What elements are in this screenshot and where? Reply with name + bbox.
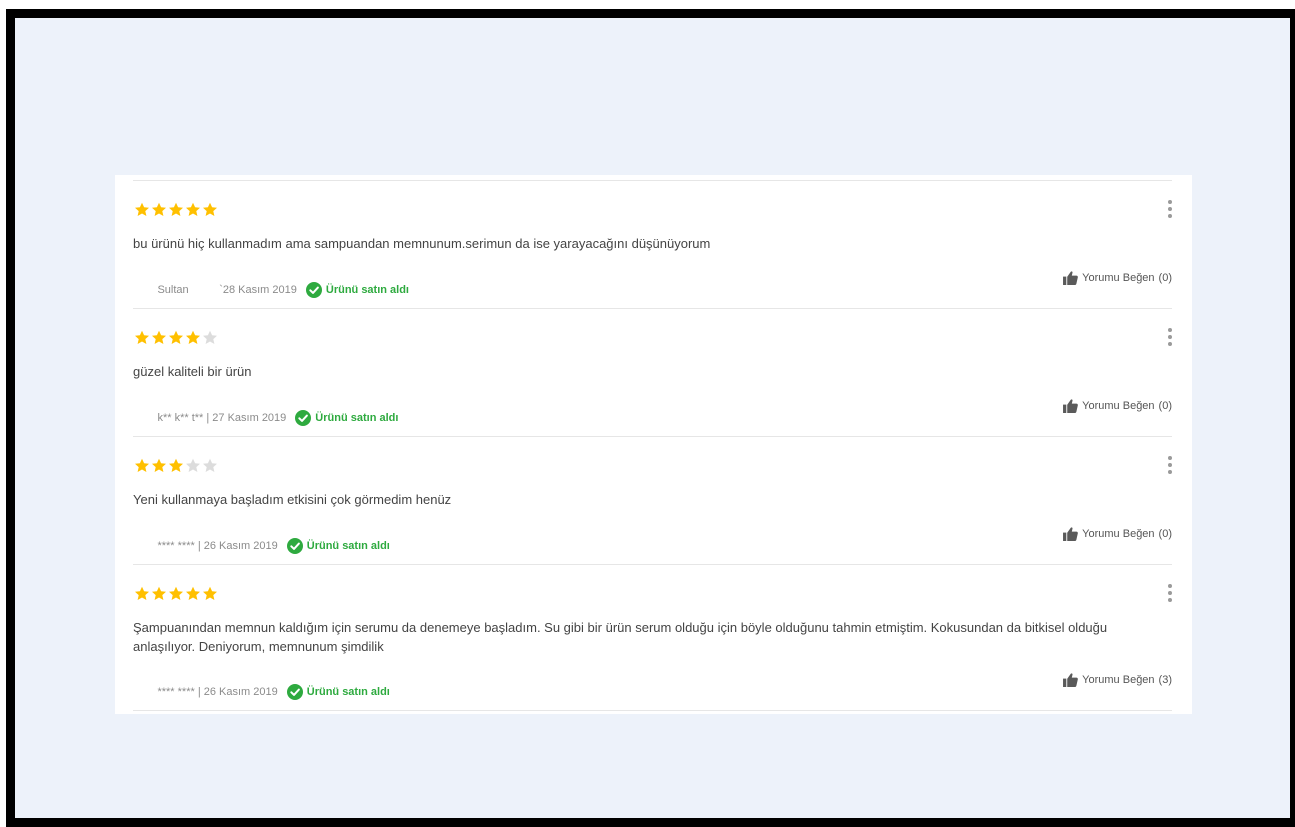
thumbs-up-icon [1063, 271, 1079, 285]
like-count: (0) [1158, 528, 1172, 540]
star-icon [203, 458, 217, 472]
like-review-button[interactable]: Yorumu Beğen (3) [1063, 673, 1172, 687]
review-item: bu ürünü hiç kullanmadım ama sampuandan … [133, 181, 1172, 309]
review-date: `28 Kasım 2019 [219, 284, 297, 296]
check-circle-icon [295, 410, 312, 426]
like-count: (3) [1158, 674, 1172, 686]
like-count: (0) [1158, 272, 1172, 284]
check-circle-icon [286, 684, 303, 700]
more-options-icon[interactable] [1168, 584, 1172, 602]
review-author: **** **** [157, 686, 195, 698]
verified-label: Ürünü satın aldı [306, 686, 390, 698]
like-review-button[interactable]: Yorumu Beğen (0) [1063, 271, 1172, 285]
star-icon [203, 330, 217, 344]
review-meta: **** **** | 26 Kasım 2019 Ürünü satın al… [133, 528, 390, 564]
review-meta: **** **** | 26 Kasım 2019 Ürünü satın al… [133, 674, 390, 710]
star-icon [186, 330, 200, 344]
review-meta: Sultan `28 Kasım 2019 Ürünü satın aldı [133, 272, 409, 308]
star-icon [152, 586, 166, 600]
meta-separator: | [194, 540, 204, 552]
verified-purchase-badge: Ürünü satın aldı [295, 410, 398, 426]
like-label: Yorumu Beğen [1082, 272, 1155, 284]
review-text: güzel kaliteli bir ürün [133, 364, 252, 379]
star-rating [134, 586, 218, 601]
star-icon [135, 586, 149, 600]
star-icon [203, 586, 217, 600]
review-date: 26 Kasım 2019 [203, 540, 278, 552]
verified-purchase-badge: Ürünü satın aldı [286, 538, 390, 554]
thumbs-up-icon [1063, 673, 1079, 687]
screen-frame: bu ürünü hiç kullanmadım ama sampuandan … [6, 9, 1295, 827]
review-date: 27 Kasım 2019 [212, 412, 287, 424]
like-label: Yorumu Beğen [1082, 528, 1155, 540]
reviews-panel: bu ürünü hiç kullanmadım ama sampuandan … [115, 175, 1192, 714]
star-icon [152, 458, 166, 472]
like-label: Yorumu Beğen [1082, 674, 1155, 686]
review-item: Yeni kullanmaya başladım etkisini çok gö… [133, 437, 1172, 565]
verified-label: Ürünü satın aldı [315, 412, 399, 424]
more-options-icon[interactable] [1168, 456, 1172, 474]
star-rating [134, 202, 218, 217]
star-icon [135, 330, 149, 344]
star-icon [135, 458, 149, 472]
star-icon [169, 458, 183, 472]
like-review-button[interactable]: Yorumu Beğen (0) [1063, 527, 1172, 541]
star-icon [135, 202, 149, 216]
like-count: (0) [1158, 400, 1172, 412]
star-rating [134, 458, 218, 473]
star-rating [134, 330, 218, 345]
review-date: 26 Kasım 2019 [203, 686, 278, 698]
meta-separator [189, 284, 220, 296]
star-icon [169, 202, 183, 216]
check-circle-icon [305, 282, 322, 298]
thumbs-up-icon [1063, 527, 1079, 541]
star-icon [152, 330, 166, 344]
like-label: Yorumu Beğen [1082, 400, 1155, 412]
meta-separator: | [203, 412, 213, 424]
star-icon [169, 330, 183, 344]
verified-label: Ürünü satın aldı [306, 540, 390, 552]
more-options-icon[interactable] [1168, 200, 1172, 218]
star-icon [152, 202, 166, 216]
like-review-button[interactable]: Yorumu Beğen (0) [1063, 399, 1172, 413]
verified-purchase-badge: Ürünü satın aldı [286, 684, 390, 700]
review-author: Sultan [157, 284, 189, 296]
check-circle-icon [286, 538, 303, 554]
review-author: **** **** [157, 540, 195, 552]
meta-separator: | [194, 686, 204, 698]
review-item: güzel kaliteli bir ürün k** k** t** | 27… [133, 309, 1172, 437]
star-icon [186, 586, 200, 600]
star-icon [203, 202, 217, 216]
star-icon [186, 202, 200, 216]
more-options-icon[interactable] [1168, 328, 1172, 346]
review-list: bu ürünü hiç kullanmadım ama sampuandan … [115, 175, 1192, 711]
verified-purchase-badge: Ürünü satın aldı [305, 282, 409, 298]
review-text: bu ürünü hiç kullanmadım ama sampuandan … [133, 236, 711, 251]
review-meta: k** k** t** | 27 Kasım 2019 Ürünü satın … [133, 400, 398, 436]
review-item: Şampuanından memnun kaldığım için serumu… [133, 565, 1172, 711]
verified-label: Ürünü satın aldı [325, 284, 409, 296]
review-text: Şampuanından memnun kaldığım için serumu… [133, 620, 1108, 654]
star-icon [169, 586, 183, 600]
star-icon [186, 458, 200, 472]
thumbs-up-icon [1063, 399, 1079, 413]
review-text: Yeni kullanmaya başladım etkisini çok gö… [133, 492, 452, 507]
review-author: k** k** t** [157, 412, 204, 424]
